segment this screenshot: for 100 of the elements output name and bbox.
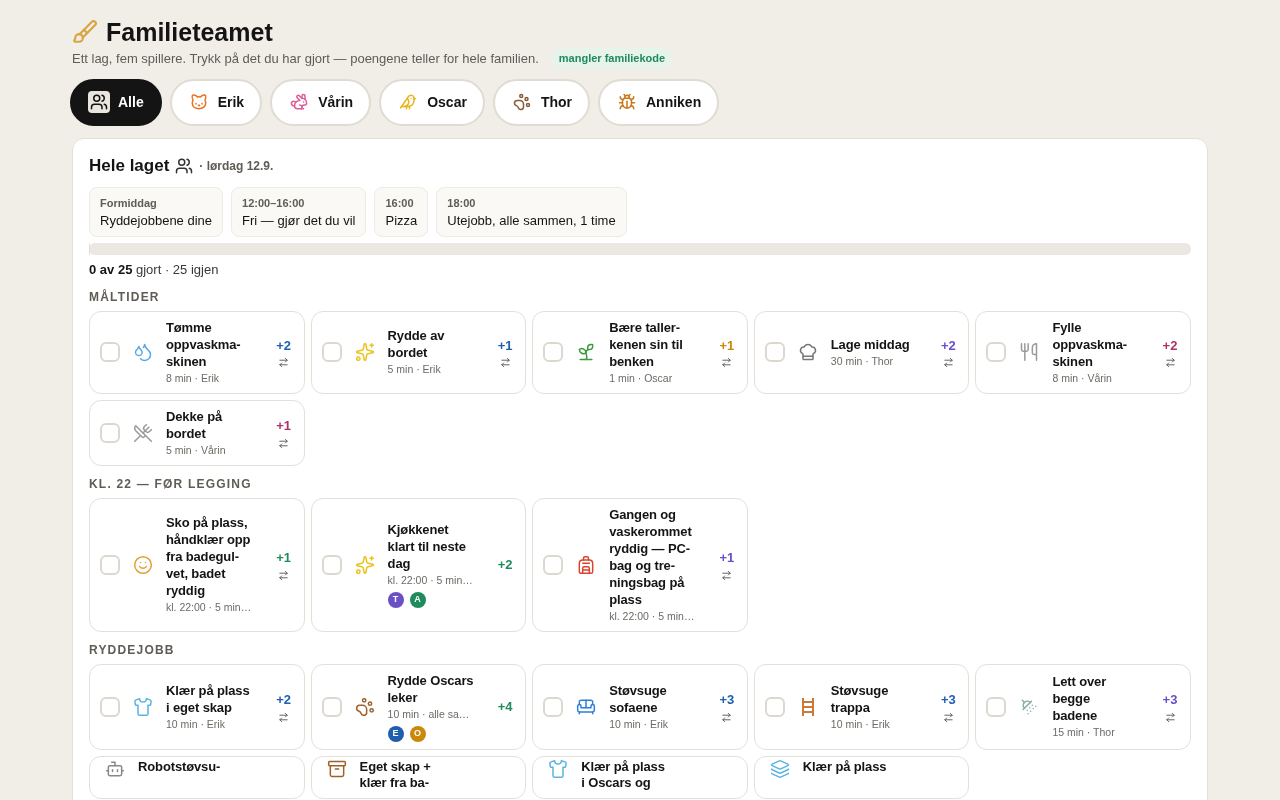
points-label: +1 [497, 336, 513, 355]
points-label: +1 [719, 549, 735, 568]
schedule-text: Fri — gjør det du vil [242, 211, 356, 230]
swap-icon[interactable] [1164, 711, 1176, 723]
bug-icon [618, 93, 636, 111]
checkbox[interactable] [543, 696, 564, 717]
task-card[interactable]: Dekke på bordet 5 min · Vårin +1 [89, 399, 305, 466]
page-title: Familieteamet [106, 17, 273, 48]
task-card[interactable]: Kjøkkenet klart til neste dag kl. 22:00 · 5 min… T A +2 [310, 497, 527, 632]
task-meta: 10 min · Erik [830, 716, 890, 732]
checkbox[interactable] [543, 554, 564, 575]
task-card[interactable]: Eget skap + klær fra ba- [310, 755, 527, 799]
task-title: Klær på plass i Oscars og [581, 758, 665, 791]
task-card[interactable]: Klær på plass i Oscars og [532, 755, 748, 799]
player-tab[interactable]: Vårin [270, 78, 372, 126]
swap-icon[interactable] [278, 569, 290, 581]
task-title: Sko på plass, håndklær opp fra badegul- vet, badet ryddig [166, 514, 251, 599]
swap-icon[interactable] [278, 711, 290, 723]
task-meta: kl. 22:00 · 5 min… [387, 573, 473, 588]
task-card[interactable]: Tømme oppvaskma- skinen 8 min · Erik +2 [89, 310, 305, 394]
points-label: +2 [276, 691, 291, 710]
family-icon [175, 156, 194, 175]
task-title: Fylle oppvaskma- skinen [1052, 318, 1127, 370]
player-tab[interactable]: Alle [70, 78, 162, 126]
points-label: +2 [497, 555, 513, 574]
points-label: +2 [940, 336, 956, 355]
schedule-time: 18:00 [447, 195, 477, 211]
task-meta: 10 min · Erik [609, 716, 669, 732]
task-card[interactable]: Bære taller- kenen sin til benken 1 min · Oscar +1 [532, 310, 748, 394]
task-card[interactable]: Gangen og vaskerommet ryddig — PC- bag og tre- ningsbag på plass kl. 22:00 · 5 min… +1 [532, 497, 748, 632]
checkbox[interactable] [543, 342, 564, 362]
swap-icon[interactable] [499, 357, 511, 369]
avatar-badge: T [387, 592, 404, 608]
swap-icon[interactable] [942, 357, 954, 369]
subtitle: Ett lag, fem spillere. Trykk på det du har gjort — poengene teller for hele familien. [72, 49, 539, 68]
checkbox[interactable] [986, 342, 1007, 362]
task-meta: 30 min · Thor [830, 353, 894, 369]
swap-icon[interactable] [278, 357, 290, 369]
task-meta: 1 min · Oscar [609, 370, 673, 386]
avatar-badge: E [387, 725, 404, 742]
utensils-icon [1019, 342, 1040, 362]
rabbit-icon [290, 93, 309, 111]
shirt-icon [548, 758, 569, 779]
task-title: Klær på plass [802, 758, 887, 775]
task-card[interactable]: Robotstøvsu- [89, 755, 305, 799]
task-meta: 8 min · Vårin [1052, 370, 1112, 386]
task-meta: kl. 22:00 · 5 min… [609, 608, 695, 624]
schedule-text: Ryddejobbene dine [100, 211, 213, 230]
chef-hat-icon [797, 342, 818, 362]
section-heading: MÅLTIDER [89, 288, 161, 305]
points-label: +1 [276, 417, 291, 436]
swap-icon[interactable] [942, 711, 954, 723]
swap-icon[interactable] [721, 569, 733, 581]
player-tab[interactable]: Oscar [379, 78, 485, 126]
checkbox[interactable] [100, 342, 120, 362]
task-card[interactable]: Rydde av bordet 5 min · Erik +1 [310, 310, 527, 394]
task-title: Dekke på bordet [166, 407, 223, 442]
task-meta: 10 min · alle sa… [387, 706, 470, 722]
checkbox[interactable] [986, 696, 1007, 717]
checkbox[interactable] [100, 422, 120, 443]
checkbox[interactable] [321, 554, 342, 575]
checkbox[interactable] [764, 342, 785, 362]
checkbox[interactable] [321, 696, 342, 717]
task-card[interactable]: Rydde Oscars leker 10 min · alle sa… E O +4 [310, 663, 527, 750]
task-card[interactable]: Lett over begge badene 15 min · Thor +3 [975, 663, 1191, 750]
checkbox[interactable] [100, 696, 120, 717]
checkbox[interactable] [764, 696, 785, 717]
checkbox[interactable] [100, 554, 120, 575]
player-tab[interactable]: Thor [492, 78, 590, 126]
panel-title: Hele laget [89, 154, 170, 177]
task-card[interactable]: Sko på plass, håndklær opp fra badegul- vet, badet ryddig kl. 22:00 · 5 min… +1 [89, 497, 305, 632]
points-label: +3 [940, 691, 956, 710]
task-title: Tømme oppvaskma- skinen [166, 318, 241, 370]
droplets-icon [133, 342, 153, 362]
points-label: +2 [276, 336, 291, 355]
swap-icon[interactable] [1164, 357, 1176, 369]
player-tab[interactable]: Anniken [598, 78, 720, 126]
progress-text: 0 av 25 gjort · 25 igjen [89, 260, 220, 279]
task-card[interactable]: Klær på plass i eget skap 10 min · Erik +2 [89, 663, 305, 750]
status-badge: mangler familiekode [550, 48, 674, 69]
swap-icon[interactable] [721, 711, 733, 723]
cat-icon [189, 93, 208, 111]
schedule-time: 16:00 [385, 195, 415, 211]
task-card[interactable]: Fylle oppvaskma- skinen 8 min · Vårin +2 [975, 310, 1191, 394]
task-title: Kjøkkenet klart til neste dag [387, 521, 466, 572]
task-card[interactable]: Støvsuge sofaene 10 min · Erik +3 [532, 663, 748, 750]
paw-icon [512, 93, 531, 111]
checkbox[interactable] [321, 342, 342, 362]
task-card[interactable]: Klær på plass [753, 755, 970, 799]
task-card[interactable]: Støvsuge trappa 10 min · Erik +3 [753, 663, 970, 750]
task-card[interactable]: Lage middag 30 min · Thor +2 [753, 310, 970, 394]
task-title: Klær på plass i eget skap [166, 681, 250, 716]
swap-icon[interactable] [278, 437, 290, 449]
points-label: +3 [719, 691, 735, 710]
task-title: Eget skap + klær fra ba- [359, 758, 431, 791]
points-label: +3 [1162, 691, 1178, 710]
avatar-badge: O [409, 725, 426, 742]
shirt-icon [133, 696, 153, 717]
swap-icon[interactable] [721, 357, 733, 369]
player-tab[interactable]: Erik [169, 78, 263, 126]
